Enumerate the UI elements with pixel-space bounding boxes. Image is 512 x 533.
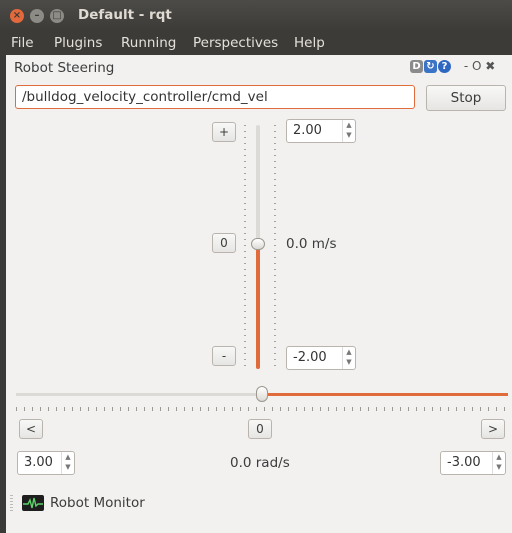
linear-min-value: -2.00 [293,350,327,365]
spin-arrows-icon[interactable]: ▲ ▼ [342,120,355,142]
linear-slider-handle[interactable] [251,238,265,250]
robot-monitor-label[interactable]: Robot Monitor [50,495,145,511]
spin-arrows-icon[interactable]: ▲ ▼ [342,347,355,369]
linear-slider-ticks-right [274,125,276,369]
linear-increase-button[interactable]: + [212,122,236,142]
linear-reset-button[interactable]: 0 [212,233,236,253]
menu-running[interactable]: Running [121,35,176,51]
turn-right-button[interactable]: > [481,419,505,439]
monitor-pulse-icon [22,495,44,511]
linear-max-value: 2.00 [293,123,322,138]
linear-velocity-readout: 0.0 m/s [286,236,337,252]
dock-title: Robot Steering [14,60,115,76]
dock-window-controls[interactable]: - O ✖ [464,59,495,73]
angular-slider-ticks [16,407,508,411]
spin-arrows-icon[interactable]: ▲ ▼ [492,452,505,474]
linear-max-spinbox[interactable]: 2.00 ▲ ▼ [286,119,356,143]
topic-input[interactable] [15,85,415,109]
minimize-window-button[interactable]: – [30,9,44,23]
window-title: Default - rqt [78,7,172,23]
close-window-button[interactable]: × [10,9,24,23]
angular-slider-handle[interactable] [256,386,268,402]
angular-reset-button[interactable]: 0 [248,419,272,439]
angular-min-spinbox[interactable]: -3.00 ▲ ▼ [440,451,506,475]
stop-button[interactable]: Stop [426,85,506,111]
dock-d-icon[interactable]: D [410,60,423,73]
robot-steering-panel: Robot Steering D↻? - O ✖ Stop + 0 - 2.00… [6,55,512,533]
turn-left-button[interactable]: < [19,419,43,439]
angular-slider-fill [262,393,508,396]
dock-controls: D ↻? - O ✖ [410,59,495,73]
angular-velocity-readout: 0.0 rad/s [230,455,290,471]
menu-plugins[interactable]: Plugins [54,35,102,51]
linear-decrease-button[interactable]: - [212,346,236,366]
spin-arrows-icon[interactable]: ▲ ▼ [61,452,74,474]
linear-slider-ticks-left [244,125,246,369]
title-bar: × – □ Default - rqt [0,0,512,31]
menu-perspectives[interactable]: Perspectives [193,35,278,51]
angular-min-value: -3.00 [447,455,481,470]
reload-icon[interactable]: ↻ [424,60,437,73]
menu-bar: File Plugins Running Perspectives Help [0,31,512,55]
menu-help[interactable]: Help [294,35,325,51]
linear-min-spinbox[interactable]: -2.00 ▲ ▼ [286,346,356,370]
help-icon[interactable]: ? [438,60,451,73]
angular-max-spinbox[interactable]: 3.00 ▲ ▼ [17,451,75,475]
dock-grip-handle[interactable] [10,495,13,511]
menu-file[interactable]: File [11,35,34,51]
maximize-window-button[interactable]: □ [50,9,64,23]
angular-max-value: 3.00 [24,455,53,470]
linear-slider-fill [256,245,260,369]
